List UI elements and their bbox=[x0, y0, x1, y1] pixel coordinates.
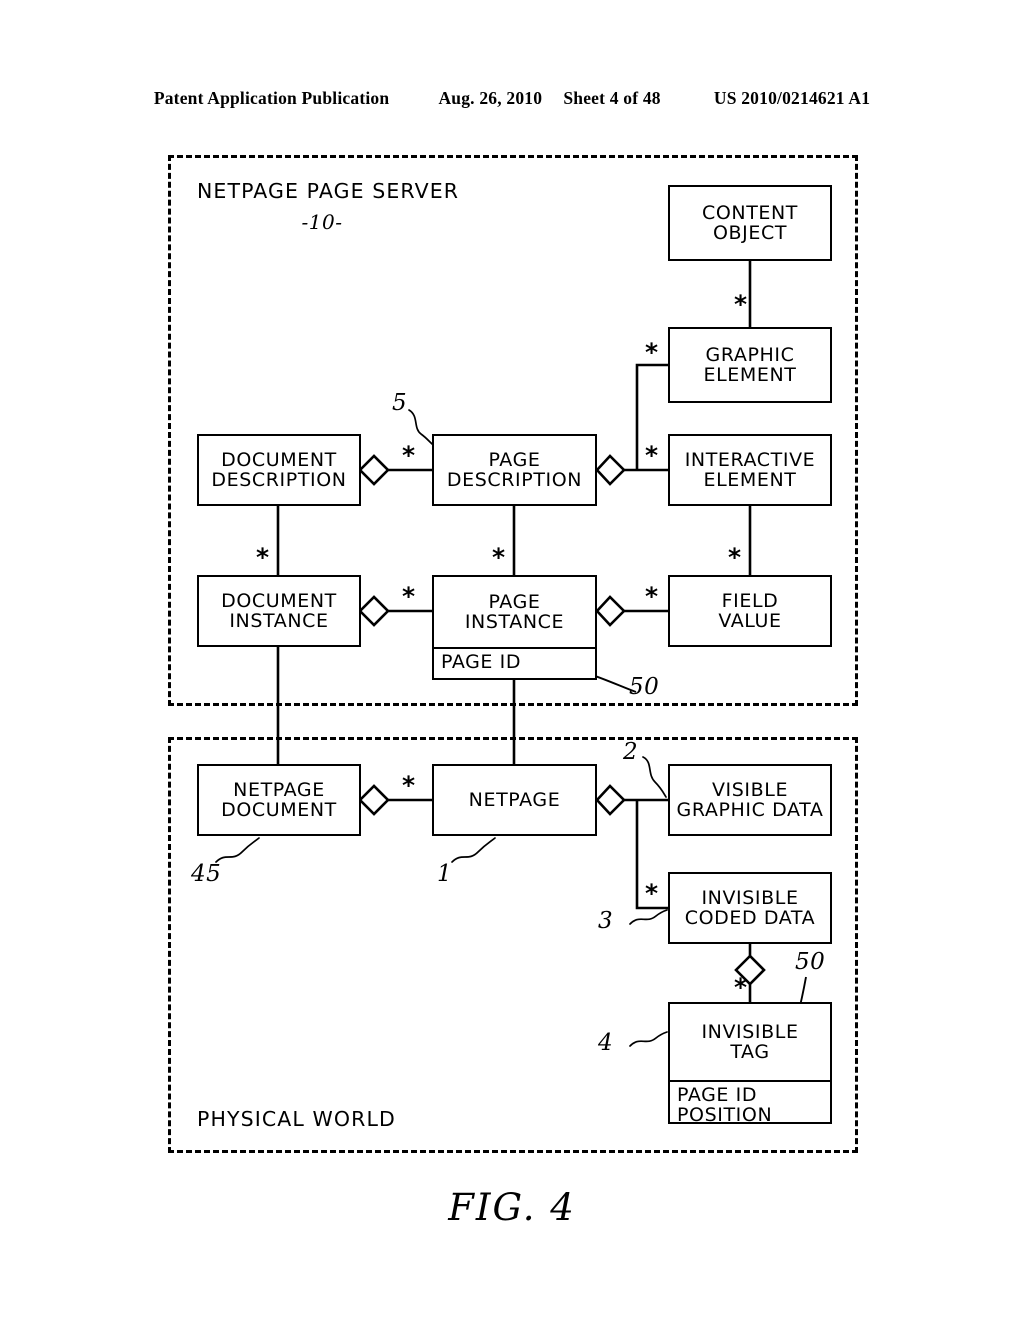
class-box-netpage-document: NETPAGE DOCUMENT bbox=[197, 764, 361, 836]
class-box-invisible-tag: INVISIBLE TAG PAGE ID POSITION bbox=[668, 1002, 832, 1125]
multiplicity-page-description-page-instance: * bbox=[492, 543, 506, 572]
class-box-invisible-coded-data: INVISIBLE CODED DATA bbox=[668, 872, 832, 944]
class-attr-invisible-tag-page-id-position: PAGE ID POSITION bbox=[670, 1080, 830, 1128]
reference-numeral-2: 2 bbox=[623, 739, 639, 765]
reference-numeral-3: 3 bbox=[598, 908, 614, 934]
panel-title-physical-world: PHYSICAL WORLD bbox=[197, 1107, 396, 1131]
multiplicity-document-description-page-description: * bbox=[402, 441, 416, 470]
multiplicity-content-object-graphic-element: * bbox=[734, 290, 748, 319]
multiplicity-document-description-document-instance: * bbox=[256, 543, 270, 572]
patent-figure: NETPAGE PAGE SERVER -10- PHYSICAL WORLD … bbox=[0, 0, 1024, 1320]
class-name-invisible-coded-data: INVISIBLE CODED DATA bbox=[684, 886, 816, 929]
multiplicity-netpage-document-netpage: * bbox=[402, 771, 416, 800]
class-box-netpage: NETPAGE bbox=[432, 764, 597, 836]
class-box-content-object: CONTENT OBJECT bbox=[668, 185, 832, 261]
class-name-graphic-element: GRAPHIC ELEMENT bbox=[703, 343, 797, 386]
multiplicity-interactive-element-field-value: * bbox=[728, 543, 742, 572]
class-name-netpage: NETPAGE bbox=[468, 788, 561, 811]
multiplicity-page-description-interactive-element: * bbox=[645, 441, 659, 470]
class-box-page-instance: PAGE INSTANCE PAGE ID bbox=[432, 575, 597, 680]
class-name-invisible-tag: INVISIBLE TAG bbox=[701, 1020, 799, 1063]
class-name-page-description: PAGE DESCRIPTION bbox=[446, 448, 583, 491]
multiplicity-page-instance-field-value: * bbox=[645, 582, 659, 611]
class-attr-page-instance-page-id: PAGE ID bbox=[434, 647, 595, 675]
reference-numeral-4: 4 bbox=[598, 1030, 614, 1056]
class-box-visible-graphic-data: VISIBLE GRAPHIC DATA bbox=[668, 764, 832, 836]
reference-numeral-50-page-instance: 50 bbox=[629, 674, 660, 700]
reference-numeral-45: 45 bbox=[191, 861, 222, 887]
class-name-interactive-element: INTERACTIVE ELEMENT bbox=[684, 448, 816, 491]
reference-numeral-1: 1 bbox=[437, 861, 453, 887]
multiplicity-page-description-graphic-element: * bbox=[645, 338, 659, 367]
class-name-content-object: CONTENT OBJECT bbox=[701, 201, 799, 244]
class-box-document-description: DOCUMENT DESCRIPTION bbox=[197, 434, 361, 506]
panel-ref-netpage-page-server: -10- bbox=[301, 210, 343, 234]
class-box-page-description: PAGE DESCRIPTION bbox=[432, 434, 597, 506]
reference-numeral-50-invisible-tag: 50 bbox=[795, 949, 826, 975]
class-name-visible-graphic-data: VISIBLE GRAPHIC DATA bbox=[676, 778, 824, 821]
class-name-netpage-document: NETPAGE DOCUMENT bbox=[221, 778, 337, 821]
class-box-graphic-element: GRAPHIC ELEMENT bbox=[668, 327, 832, 403]
class-name-field-value: FIELD VALUE bbox=[718, 589, 782, 632]
class-name-document-instance: DOCUMENT INSTANCE bbox=[221, 589, 337, 632]
panel-title-netpage-page-server: NETPAGE PAGE SERVER bbox=[197, 179, 460, 203]
class-name-document-description: DOCUMENT DESCRIPTION bbox=[211, 448, 347, 491]
multiplicity-netpage-invisible-coded-data: * bbox=[645, 879, 659, 908]
reference-numeral-5: 5 bbox=[392, 390, 408, 416]
class-box-document-instance: DOCUMENT INSTANCE bbox=[197, 575, 361, 647]
class-name-page-instance: PAGE INSTANCE bbox=[464, 590, 565, 633]
multiplicity-invisible-coded-data-invisible-tag: * bbox=[734, 973, 748, 1002]
class-box-interactive-element: INTERACTIVE ELEMENT bbox=[668, 434, 832, 506]
class-box-field-value: FIELD VALUE bbox=[668, 575, 832, 647]
figure-caption: FIG. 4 bbox=[448, 1186, 576, 1229]
multiplicity-document-instance-page-instance: * bbox=[402, 582, 416, 611]
